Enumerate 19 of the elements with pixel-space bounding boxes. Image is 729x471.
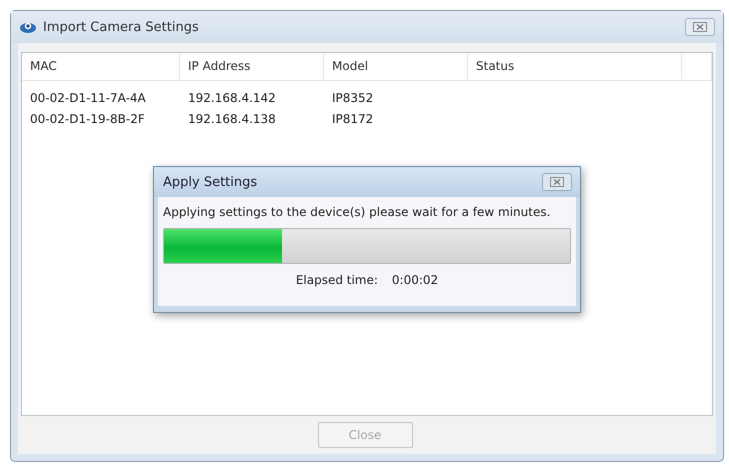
table-cell: 192.168.4.138 bbox=[188, 112, 276, 126]
column-header[interactable]: Status bbox=[468, 53, 682, 80]
status-message: Applying settings to the device(s) please wait for a few minutes. bbox=[163, 205, 552, 219]
table-cell: 00-02-D1-19-8B-2F bbox=[30, 112, 145, 126]
dialog-title: Apply Settings bbox=[163, 174, 258, 190]
elapsed-value: 0:00:02 bbox=[392, 273, 438, 287]
table-cell: 00-02-D1-11-7A-4A bbox=[30, 90, 146, 104]
column-header[interactable]: MAC bbox=[22, 53, 180, 80]
close-button[interactable] bbox=[542, 173, 572, 191]
column-header[interactable]: IP Address bbox=[180, 53, 324, 80]
column-header[interactable]: Model bbox=[324, 53, 468, 80]
table-cell: 192.168.4.142 bbox=[188, 90, 276, 104]
window-title: Import Camera Settings bbox=[43, 20, 199, 34]
elapsed-label: Elapsed time: bbox=[296, 273, 378, 287]
close-icon bbox=[693, 22, 707, 32]
table-cell: IP8352 bbox=[332, 90, 374, 104]
close-button[interactable] bbox=[685, 18, 715, 36]
close-icon bbox=[550, 177, 564, 187]
table-cell: IP8172 bbox=[332, 112, 374, 126]
